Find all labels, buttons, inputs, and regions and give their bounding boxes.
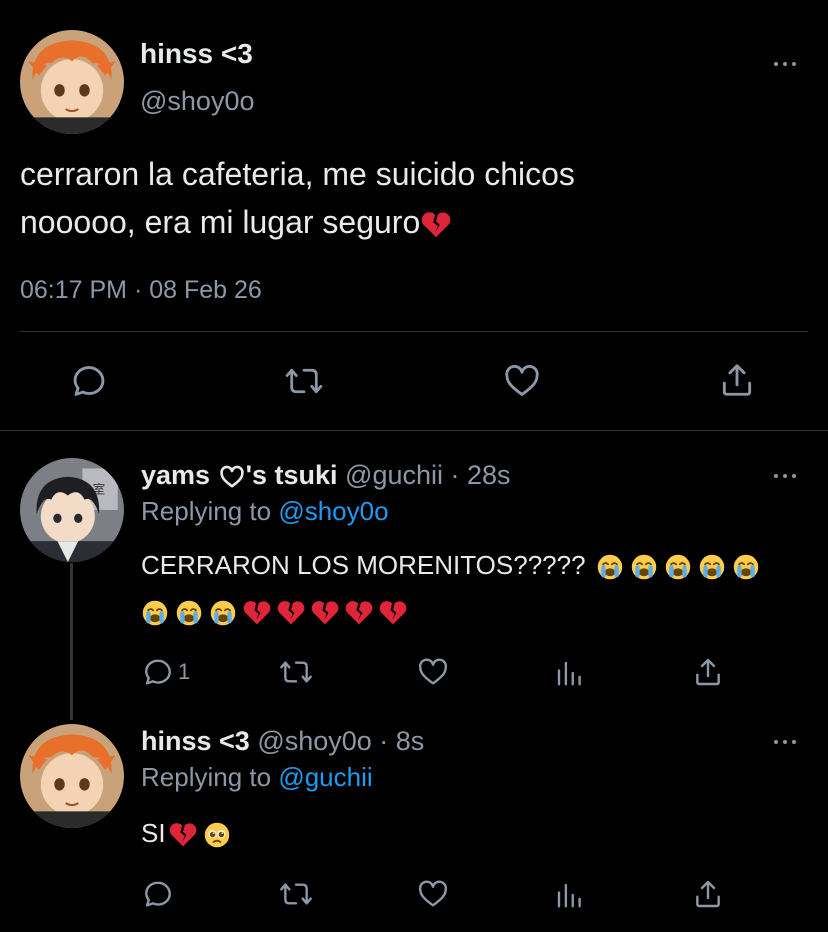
share-button[interactable] [692,655,724,689]
loudly-crying-face-icon [698,553,726,581]
reply-icon [73,366,105,396]
retweet-button[interactable] [278,878,314,910]
avatar[interactable] [20,30,124,134]
share-icon [696,880,720,908]
divider [0,430,828,431]
reply-button[interactable] [142,878,174,910]
broken-heart-icon [421,210,451,240]
loudly-crying-face-icon [175,599,203,627]
reply-text: SI [141,810,234,856]
reply-button[interactable]: 1 [142,656,190,688]
tweet-text: cerraron la cafeteria, me suicido chicos… [20,150,800,246]
avatar[interactable] [20,724,124,828]
reply-line1: CERRARON LOS MORENITOS????? [141,542,763,588]
loudly-crying-face-icon [141,599,169,627]
display-name[interactable]: hinss <3 [141,726,250,756]
like-button[interactable] [502,362,542,400]
retweet-icon [280,661,312,683]
loudly-crying-face-icon [596,553,624,581]
replying-to: Replying to @shoy0o [141,496,389,527]
reply-text-content: SI [141,818,166,848]
retweet-button[interactable] [284,362,324,400]
tweet-text-line1: cerraron la cafeteria, me suicido chicos [20,156,575,192]
more-options-icon[interactable] [770,54,800,74]
reply-button[interactable] [70,362,108,400]
reply-header: yams 's tsuki @guchii · 28s [141,460,511,491]
reply-count: 1 [178,659,191,684]
handle-time[interactable]: @guchii · 28s [345,460,510,490]
pleading-face-icon [203,821,231,849]
broken-heart-icon [169,821,197,849]
replying-to-link[interactable]: @shoy0o [278,496,388,526]
replying-to: Replying to @guchii [141,762,373,793]
reply-header: hinss <3 @shoy0o · 8s [141,726,424,757]
broken-heart-icon [277,599,305,627]
emoji-row [166,818,234,848]
broken-heart-icon [345,599,373,627]
replying-to-link[interactable]: @guchii [278,762,372,792]
share-button[interactable] [718,360,756,400]
handle[interactable]: @shoy0o [140,86,254,117]
reply-text-content: CERRARON LOS MORENITOS????? [141,550,586,580]
like-button[interactable] [416,878,450,910]
thread-line [70,563,73,720]
retweet-button[interactable] [278,656,314,688]
like-icon [418,658,448,685]
replying-prefix: Replying to [141,762,279,792]
display-name-part2[interactable]: 's tsuki [246,460,338,490]
tweet-text-line2: nooooo, era mi lugar seguro [20,204,421,240]
display-name-part1[interactable]: yams [141,460,218,490]
analytics-icon [557,883,581,908]
more-options-icon[interactable] [770,732,800,752]
retweet-icon [285,368,323,394]
handle-time[interactable]: @shoy0o · 8s [257,726,424,756]
replying-prefix: Replying to [141,496,279,526]
broken-heart-icon [243,599,271,627]
loudly-crying-face-icon [209,599,237,627]
timestamp: 06:17 PM · 08 Feb 26 [20,276,262,304]
white-heart-icon [219,464,245,490]
reply-icon [145,659,171,685]
loudly-crying-face-icon [732,553,760,581]
loudly-crying-face-icon [630,553,658,581]
tweet-text-line2-wrap: nooooo, era mi lugar seguro [20,198,800,246]
emoji-row [593,550,763,580]
reply-text: CERRARON LOS MORENITOS????? [141,542,763,634]
reply-icon [145,881,171,907]
retweet-icon [280,883,312,905]
analytics-button[interactable] [554,658,584,688]
loudly-crying-face-icon [664,553,692,581]
share-icon [696,658,720,686]
share-icon [722,364,752,396]
broken-heart-icon [379,599,407,627]
like-icon [418,880,448,907]
emoji-row [138,588,763,634]
display-name[interactable]: hinss <3 [140,38,253,70]
like-button[interactable] [416,656,450,688]
avatar[interactable]: 室 [20,458,124,562]
divider [20,331,808,332]
more-options-icon[interactable] [770,466,800,486]
analytics-button[interactable] [554,880,584,910]
analytics-icon [557,661,581,686]
broken-heart-icon [311,599,339,627]
share-button[interactable] [692,877,724,911]
like-icon [505,364,539,396]
